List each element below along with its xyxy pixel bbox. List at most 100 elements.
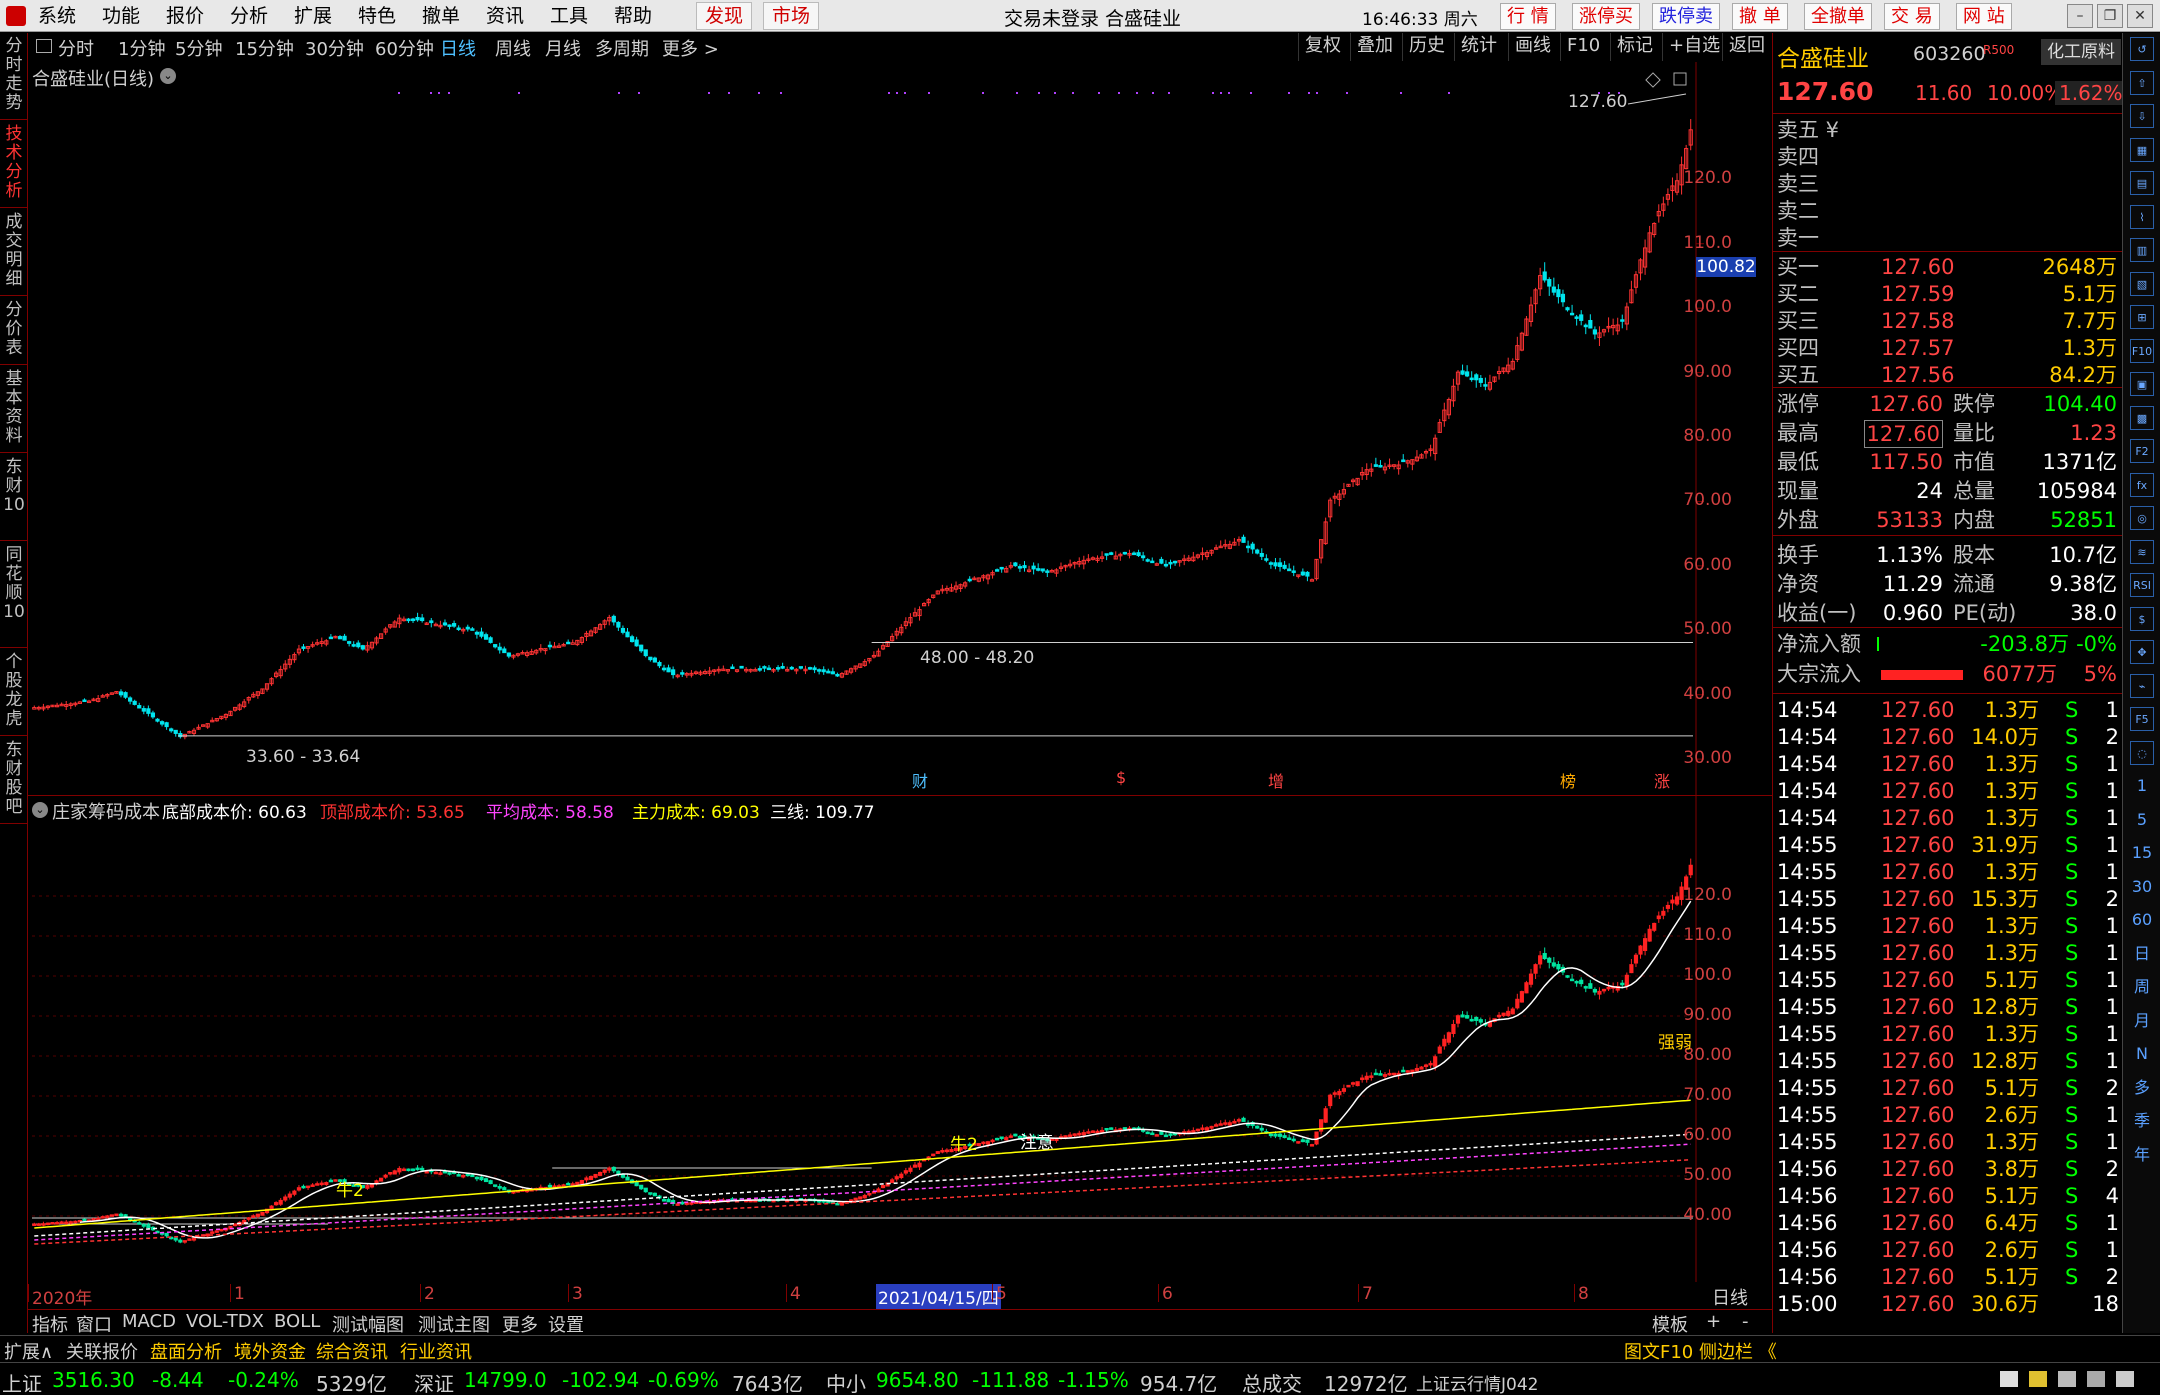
indicator-tab[interactable]: MACD: [122, 1311, 176, 1332]
sidebar-icon[interactable]: fx: [2130, 472, 2154, 497]
industry-tag[interactable]: 化工原料: [2041, 39, 2121, 65]
sidebar-icon[interactable]: RSI: [2130, 573, 2154, 597]
event-tag[interactable]: 榜: [1560, 768, 1576, 792]
bottom-tab[interactable]: 盘面分析: [150, 1338, 222, 1364]
quick-button[interactable]: 网 站: [1956, 3, 2012, 30]
restore-icon[interactable]: ❐: [2097, 4, 2123, 28]
period-tab[interactable]: 周线: [495, 35, 531, 61]
event-tag[interactable]: 涨: [1654, 768, 1670, 792]
bottom-tab[interactable]: 境外资金: [234, 1338, 306, 1364]
period-tab[interactable]: 分时: [58, 35, 94, 61]
tool-button[interactable]: 标记: [1610, 33, 1659, 61]
tool-button[interactable]: 叠加: [1350, 33, 1399, 61]
sidebar-icon[interactable]: ▥: [2130, 238, 2154, 262]
tool-button[interactable]: 画线: [1508, 33, 1557, 61]
left-tab[interactable]: 个股龙虎: [2, 653, 26, 729]
sidebar-icon[interactable]: ◌: [2130, 740, 2154, 765]
indicator-tab[interactable]: 窗口: [76, 1311, 112, 1337]
menu-item[interactable]: 帮助: [608, 3, 658, 29]
side-toggle[interactable]: 图文F10 侧边栏 《: [1624, 1338, 1777, 1364]
kline-chart[interactable]: 合盛硅业(日线) ⌄ 120.0 110.0 100.0 90.00 80.00 70.0…: [28, 62, 1772, 796]
sidebar-icon[interactable]: ▩: [2130, 405, 2154, 430]
left-tab[interactable]: 基本资料: [2, 370, 26, 446]
left-tab[interactable]: 成交明细: [2, 213, 26, 289]
left-tab[interactable]: 技术分析: [2, 125, 26, 201]
sidebar-icon[interactable]: F2: [2130, 439, 2154, 463]
event-tag[interactable]: 增: [1268, 768, 1284, 792]
menu-item[interactable]: 工具: [544, 3, 594, 29]
sidebar-icon[interactable]: 季: [2130, 1109, 2154, 1133]
bottom-tab[interactable]: 综合资讯: [316, 1338, 388, 1364]
menu-item[interactable]: 撤单: [416, 3, 466, 29]
template-button[interactable]: 模板: [1652, 1311, 1688, 1337]
period-tab[interactable]: 更多 >: [662, 35, 719, 61]
quick-button[interactable]: 行 情: [1500, 3, 1556, 30]
menu-item[interactable]: 特色: [352, 3, 402, 29]
period-tab[interactable]: 5分钟: [175, 35, 222, 61]
indicator-tab[interactable]: 测试幅图: [332, 1311, 404, 1337]
menu-item[interactable]: 扩展: [288, 3, 338, 29]
left-tab[interactable]: 分价表: [2, 301, 26, 358]
sidebar-icon[interactable]: F10: [2130, 338, 2154, 363]
template-button[interactable]: -: [1742, 1311, 1749, 1332]
sidebar-icon[interactable]: 5: [2130, 808, 2154, 832]
left-tab[interactable]: 东财10: [2, 458, 26, 515]
sh-label[interactable]: 上证: [2, 1368, 42, 1395]
left-tab[interactable]: 同花顺10: [2, 546, 26, 622]
close-icon[interactable]: ✕: [2127, 4, 2153, 28]
sidebar-icon[interactable]: ▦: [2130, 137, 2154, 162]
tool-button[interactable]: 复权: [1298, 33, 1347, 61]
tool-button[interactable]: +自选: [1662, 33, 1726, 61]
sidebar-icon[interactable]: ⊞: [2130, 305, 2154, 329]
bottom-tab[interactable]: 关联报价: [66, 1338, 138, 1364]
quick-button[interactable]: 全撤单: [1804, 3, 1872, 30]
sidebar-icon[interactable]: ▧: [2130, 271, 2154, 296]
period-tab[interactable]: 1分钟: [118, 35, 165, 61]
buy-level[interactable]: 买四 127.57 1.3万: [1777, 335, 2119, 361]
left-tab[interactable]: 东财股吧: [2, 741, 26, 817]
menu-item[interactable]: 功能: [96, 3, 146, 29]
sidebar-icon[interactable]: 多: [2130, 1076, 2154, 1100]
sidebar-icon[interactable]: ▤: [2130, 171, 2154, 195]
tool-button[interactable]: F10: [1560, 33, 1606, 61]
indicator-tab[interactable]: BOLL: [274, 1311, 320, 1332]
menu-item[interactable]: 分析: [224, 3, 274, 29]
sidebar-icon[interactable]: ⌁: [2130, 673, 2154, 698]
sidebar-icon[interactable]: 60: [2130, 908, 2154, 932]
sz-label[interactable]: 深证: [414, 1368, 454, 1395]
menu-item[interactable]: 系统: [32, 3, 82, 29]
quick-button[interactable]: 跌停卖: [1652, 3, 1720, 30]
period-tab[interactable]: 15分钟: [235, 35, 294, 61]
sidebar-icon[interactable]: 周: [2130, 975, 2154, 999]
indicator-tab[interactable]: 指标: [32, 1311, 68, 1337]
sidebar-icon[interactable]: ◎: [2130, 506, 2154, 530]
indicator-chart[interactable]: ⌄ 庄家筹码成本 底部成本价: 60.63 顶部成本价: 53.65 平均成本: 5…: [28, 796, 1772, 1309]
sidebar-icon[interactable]: ⌇: [2130, 204, 2154, 229]
list-icon[interactable]: [2116, 1371, 2135, 1387]
tool-button[interactable]: 统计: [1454, 33, 1503, 61]
sidebar-icon[interactable]: 15: [2130, 841, 2154, 865]
server-name[interactable]: 上证云行情J042: [1416, 1370, 1538, 1395]
period-tab[interactable]: 60分钟: [375, 35, 434, 61]
menu-item[interactable]: 报价: [160, 3, 210, 29]
sidebar-icon[interactable]: ≋: [2130, 539, 2154, 564]
template-button[interactable]: +: [1706, 1311, 1721, 1332]
buy-level[interactable]: 买二 127.59 5.1万: [1777, 281, 2119, 307]
buy-level[interactable]: 买一 127.60 2648万: [1777, 254, 2119, 280]
tools-icon[interactable]: [2087, 1371, 2106, 1387]
buy-level[interactable]: 买五 127.56 84.2万: [1777, 362, 2119, 388]
lock-icon[interactable]: [2029, 1371, 2048, 1387]
period-tab[interactable]: 多周期: [595, 35, 649, 61]
sidebar-icon[interactable]: $: [2130, 606, 2154, 631]
indicator-tab[interactable]: 更多: [502, 1311, 538, 1337]
grid-icon[interactable]: [2058, 1371, 2077, 1387]
sidebar-icon[interactable]: 日: [2130, 942, 2154, 966]
quick-button[interactable]: 涨停买: [1572, 3, 1640, 30]
period-tab[interactable]: 日线: [440, 35, 476, 61]
tool-button[interactable]: 历史: [1402, 33, 1451, 61]
sidebar-icon[interactable]: 30: [2130, 875, 2154, 899]
sidebar-icon[interactable]: N: [2130, 1042, 2154, 1066]
sidebar-icon[interactable]: F5: [2130, 707, 2154, 731]
sidebar-icon[interactable]: ↺: [2130, 37, 2154, 61]
window-icon[interactable]: [2000, 1371, 2018, 1387]
